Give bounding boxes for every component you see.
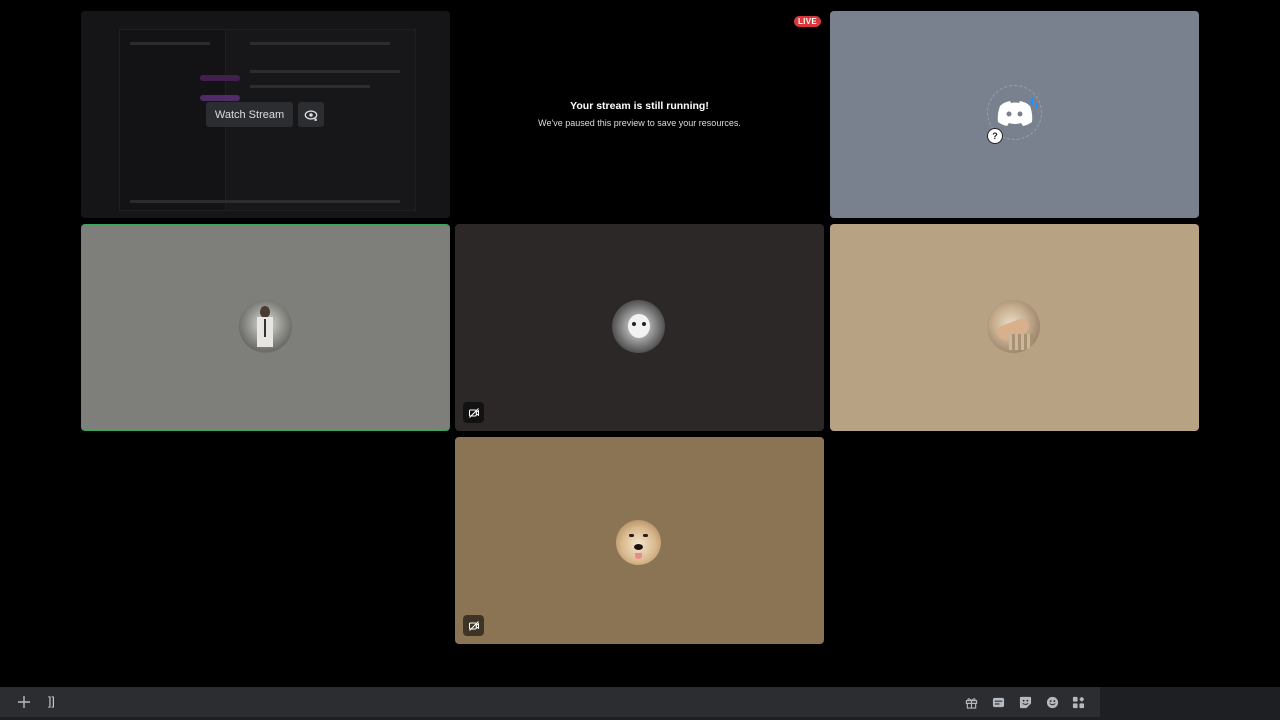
help-icon: ? bbox=[987, 128, 1003, 144]
stream-tile[interactable]: Watch Stream bbox=[81, 11, 450, 218]
participant-tile-speaking[interactable] bbox=[81, 224, 450, 431]
hand-photo-avatar bbox=[987, 300, 1040, 353]
paused-preview-tile: LIVE Your stream is still running! We've… bbox=[455, 11, 824, 218]
emoji-icon[interactable] bbox=[1043, 693, 1061, 711]
participant-tile[interactable] bbox=[455, 224, 824, 431]
message-input[interactable]: ]] bbox=[0, 687, 1100, 717]
paused-subtitle: We've paused this preview to save your r… bbox=[538, 118, 741, 128]
participant-tile[interactable] bbox=[455, 437, 824, 644]
gift-icon[interactable] bbox=[962, 693, 980, 711]
cat-photo-avatar bbox=[612, 300, 665, 353]
person-photo-avatar bbox=[239, 300, 292, 353]
watch-stream-button[interactable]: Watch Stream bbox=[206, 102, 293, 127]
dog-photo-avatar bbox=[612, 514, 665, 567]
sticker-icon[interactable] bbox=[1016, 693, 1034, 711]
live-badge: LIVE bbox=[794, 16, 821, 27]
plus-icon[interactable] bbox=[15, 693, 33, 711]
participant-tile[interactable] bbox=[830, 224, 1199, 431]
popout-eye-icon[interactable] bbox=[298, 102, 324, 127]
message-input-text: ]] bbox=[48, 694, 55, 708]
apps-icon[interactable] bbox=[1069, 693, 1087, 711]
participant-tile[interactable]: ? bbox=[830, 11, 1199, 218]
chat-bar: ]] bbox=[0, 687, 1280, 720]
paused-title: Your stream is still running! bbox=[570, 100, 709, 112]
gif-icon[interactable] bbox=[989, 693, 1007, 711]
video-off-icon bbox=[463, 402, 484, 423]
video-off-icon bbox=[463, 615, 484, 636]
